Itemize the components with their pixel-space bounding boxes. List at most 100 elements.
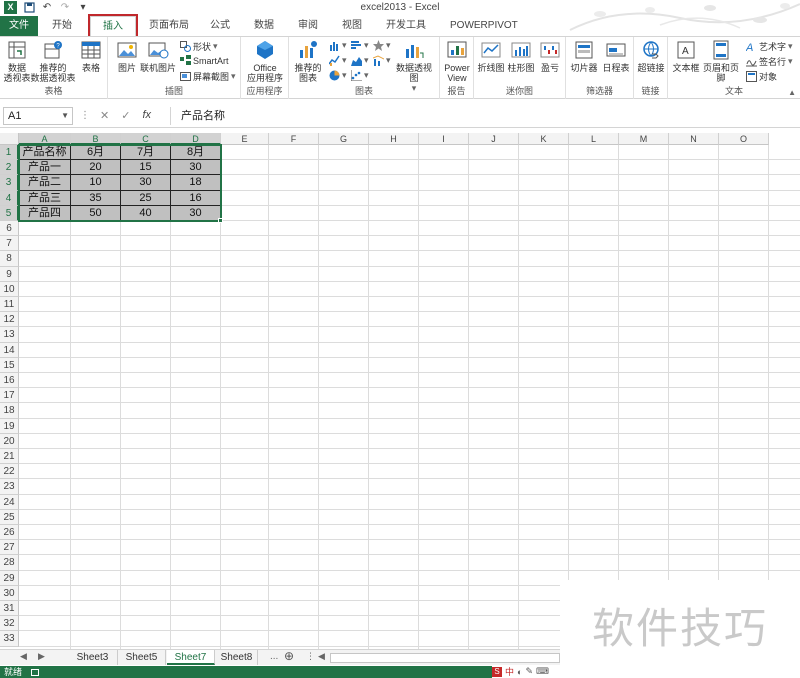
slicer-button[interactable]: 切片器 — [569, 39, 599, 73]
formula-input[interactable]: 产品名称 — [170, 107, 796, 125]
row-header-27[interactable]: 27 — [0, 540, 19, 556]
sheet-tab-sheet3[interactable]: Sheet3 — [68, 650, 118, 665]
table-cell[interactable]: 30 — [171, 160, 221, 176]
fill-handle[interactable] — [218, 218, 223, 223]
row-header-16[interactable]: 16 — [0, 373, 19, 389]
table-cell[interactable]: 35 — [71, 190, 121, 206]
column-header-c[interactable]: C — [121, 133, 171, 145]
row-header-26[interactable]: 26 — [0, 525, 19, 541]
table-cell[interactable]: 30 — [171, 205, 221, 221]
area-chart-button[interactable]: ▾ — [351, 55, 369, 66]
table-cell[interactable]: 15 — [121, 160, 171, 176]
row-header-24[interactable]: 24 — [0, 494, 19, 510]
row-header-18[interactable]: 18 — [0, 403, 19, 419]
row-header-13[interactable]: 13 — [0, 327, 19, 343]
row-header-32[interactable]: 32 — [0, 616, 19, 632]
office-apps-button[interactable]: Office 应用程序 — [243, 39, 287, 83]
tab-data[interactable]: 数据 — [242, 16, 286, 36]
add-sheet-icon[interactable]: ⊕ — [284, 649, 294, 663]
table-button[interactable]: 表格 — [78, 39, 104, 73]
table-cell[interactable]: 产品一 — [19, 160, 71, 176]
column-header-b[interactable]: B — [71, 133, 121, 145]
row-header-8[interactable]: 8 — [0, 251, 19, 267]
column-header-m[interactable]: M — [619, 133, 669, 145]
row-header-14[interactable]: 14 — [0, 342, 19, 358]
row-header-2[interactable]: 2 — [0, 160, 19, 176]
row-header-12[interactable]: 12 — [0, 312, 19, 328]
column-header-k[interactable]: K — [519, 133, 569, 145]
row-header-11[interactable]: 11 — [0, 297, 19, 313]
timeline-button[interactable]: 日程表 — [601, 39, 631, 73]
pivot-table-button[interactable]: 数据 透视表 — [2, 39, 32, 83]
power-view-button[interactable]: Power View — [442, 39, 472, 83]
row-header-9[interactable]: 9 — [0, 266, 19, 282]
column-header-o[interactable]: O — [719, 133, 769, 145]
combo-chart-button[interactable]: ▾ — [373, 55, 391, 66]
row-header-21[interactable]: 21 — [0, 449, 19, 465]
row-header-5[interactable]: 5 — [0, 205, 19, 221]
table-cell[interactable]: 50 — [71, 205, 121, 221]
cancel-icon[interactable]: ✕ — [100, 109, 109, 122]
table-cell[interactable]: 30 — [121, 175, 171, 191]
column-header-a[interactable]: A — [19, 133, 71, 145]
column-header-f[interactable]: F — [269, 133, 319, 145]
sparkline-winloss-button[interactable]: 盈亏 — [537, 39, 563, 73]
row-header-29[interactable]: 29 — [0, 570, 19, 586]
row-header-10[interactable]: 10 — [0, 281, 19, 297]
column-chart-button[interactable]: ▾ — [329, 40, 347, 51]
pictures-button[interactable]: 图片 — [114, 39, 140, 73]
row-header-25[interactable]: 25 — [0, 509, 19, 525]
tab-review[interactable]: 审阅 — [286, 16, 330, 36]
table-cell[interactable]: 40 — [121, 205, 171, 221]
header-footer-button[interactable]: 页眉和页脚 — [700, 39, 742, 83]
column-header-l[interactable]: L — [569, 133, 619, 145]
row-header-17[interactable]: 17 — [0, 388, 19, 404]
row-header-23[interactable]: 23 — [0, 479, 19, 495]
smartart-button[interactable]: SmartArt — [180, 55, 229, 66]
scatter-chart-button[interactable]: ▾ — [351, 70, 369, 81]
table-cell[interactable]: 25 — [121, 190, 171, 206]
horizontal-scrollbar[interactable] — [330, 653, 560, 663]
name-box[interactable]: A1 ▼ — [3, 107, 73, 125]
table-header-cell[interactable]: 产品名称 — [19, 145, 71, 161]
table-cell[interactable]: 18 — [171, 175, 221, 191]
tab-view[interactable]: 视图 — [330, 16, 374, 36]
ime-toolbar[interactable]: S 中 ◐ ✎ ⌨ — [492, 665, 560, 678]
table-header-cell[interactable]: 6月 — [71, 145, 121, 161]
chevron-down-icon[interactable]: ▼ — [61, 108, 69, 124]
prev-sheet-icon[interactable]: ◀ — [20, 651, 27, 662]
formula-bar-grip[interactable]: ⋮ — [80, 110, 90, 121]
next-sheet-icon[interactable]: ▶ — [38, 651, 45, 662]
tab-developer[interactable]: 开发工具 — [374, 16, 438, 36]
row-header-30[interactable]: 30 — [0, 585, 19, 601]
bar-chart-button[interactable]: ▾ — [351, 40, 369, 51]
row-header-4[interactable]: 4 — [0, 190, 19, 206]
row-header-6[interactable]: 6 — [0, 221, 19, 237]
enter-icon[interactable]: ✓ — [121, 109, 130, 122]
sheet-tab-sheet8[interactable]: Sheet8 — [216, 650, 258, 665]
tab-page-layout[interactable]: 页面布局 — [140, 16, 198, 36]
signature-line-button[interactable]: 签名行 ▾ — [746, 55, 793, 68]
row-header-3[interactable]: 3 — [0, 175, 19, 191]
table-cell[interactable]: 产品四 — [19, 205, 71, 221]
table-cell[interactable]: 16 — [171, 190, 221, 206]
row-header-1[interactable]: 1 — [0, 145, 19, 161]
tab-file[interactable]: 文件 — [0, 16, 38, 36]
shapes-button[interactable]: 形状 ▾ — [180, 40, 218, 53]
tab-powerpivot[interactable]: POWERPIVOT — [438, 16, 530, 36]
column-header-n[interactable]: N — [669, 133, 719, 145]
sheet-scroll-options-icon[interactable]: ⋮ — [306, 651, 315, 662]
line-chart-button[interactable]: ▾ — [329, 55, 347, 66]
table-header-cell[interactable]: 7月 — [121, 145, 171, 161]
table-cell[interactable]: 产品三 — [19, 190, 71, 206]
table-cell[interactable]: 20 — [71, 160, 121, 176]
worksheet-grid[interactable]: A B C D E F G H I J K L M N O 1 2 3 4 5 6 7 8 9 10 11 12 13 14 15 16 17… — [0, 133, 800, 649]
column-header-g[interactable]: G — [319, 133, 369, 145]
insert-function-icon[interactable]: fx — [142, 109, 151, 122]
sheet-tab-sheet7[interactable]: Sheet7 — [167, 650, 215, 665]
recommended-pivot-button[interactable]: ? 推荐的 数据透视表 — [31, 39, 76, 83]
pie-donut-button[interactable]: ▾ — [329, 70, 347, 81]
row-header-20[interactable]: 20 — [0, 433, 19, 449]
tab-home[interactable]: 开始 — [38, 16, 86, 36]
column-header-d[interactable]: D — [171, 133, 221, 145]
